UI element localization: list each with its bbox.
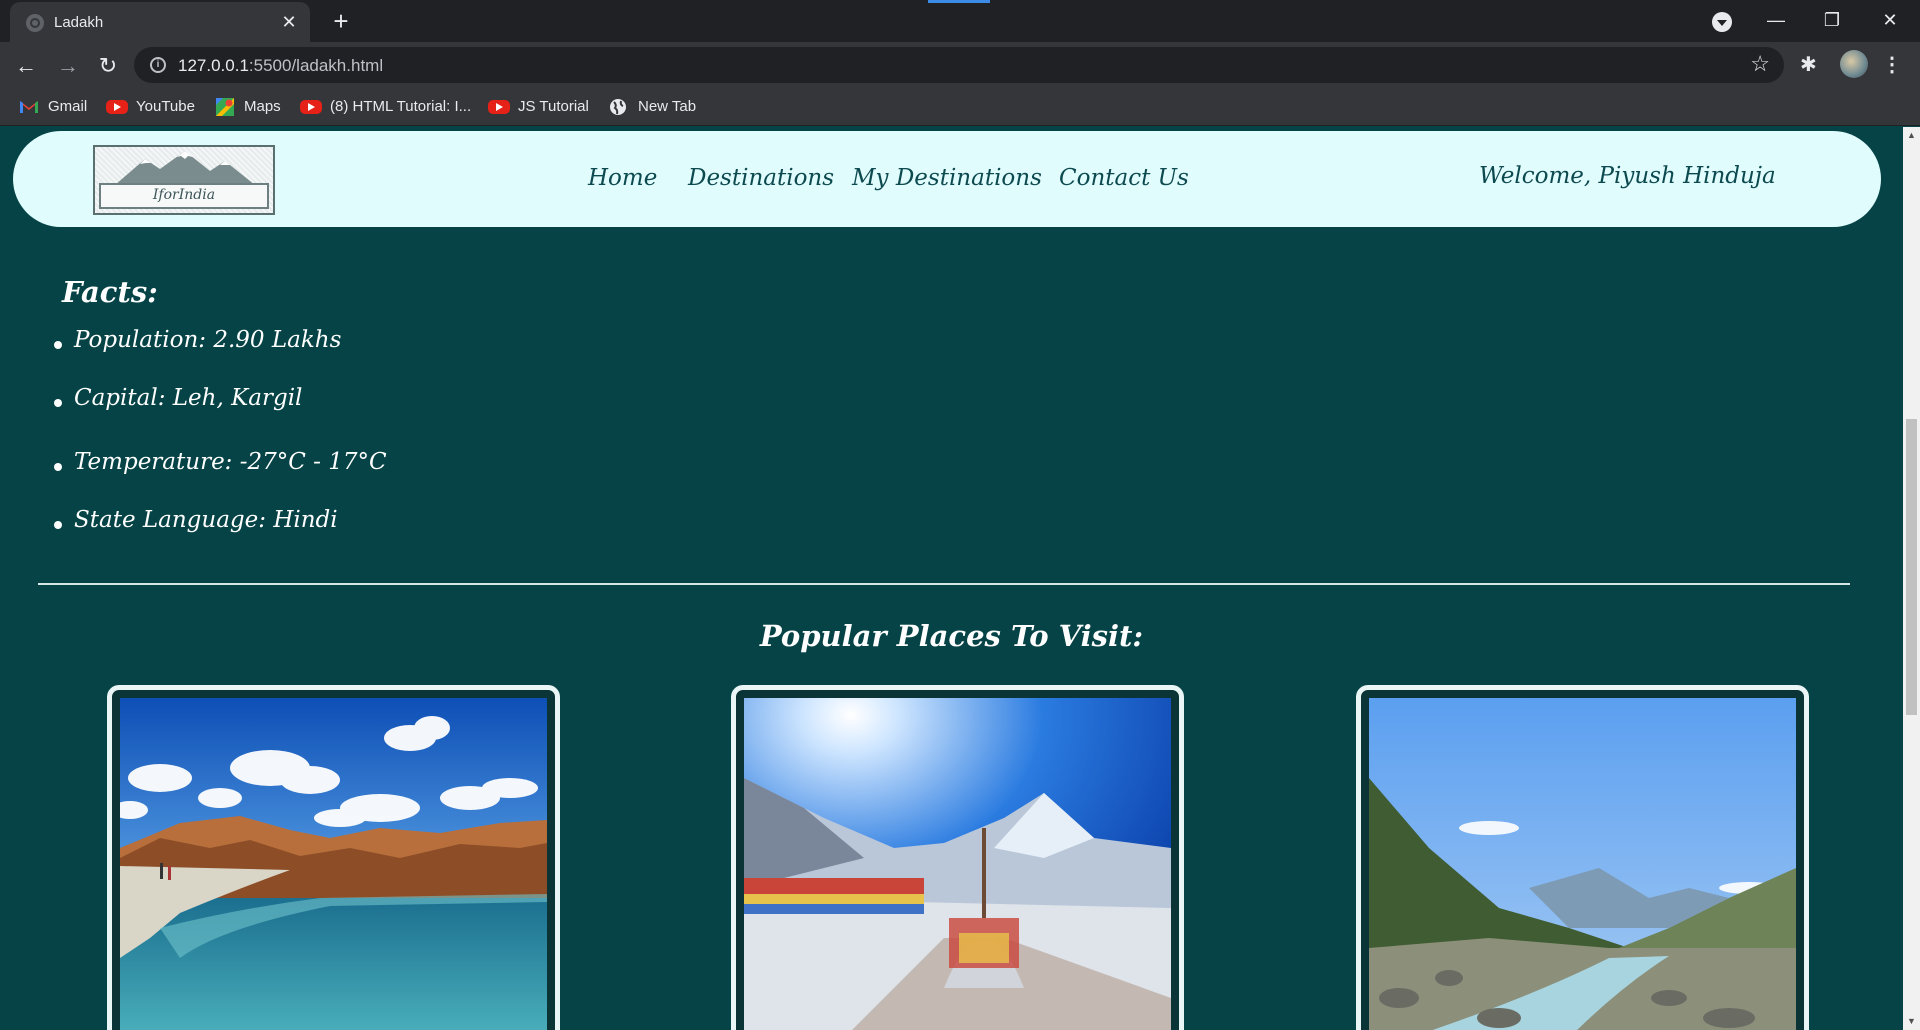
prayer-flags-snow-pass-photo [744, 698, 1171, 1030]
info-icon[interactable]: i [150, 57, 166, 73]
bookmark-star-icon[interactable]: ☆ [1750, 51, 1770, 77]
nav-contact-us-link[interactable]: Contact Us [1059, 165, 1189, 191]
globe-icon [26, 14, 44, 32]
river-valley-photo [1369, 698, 1796, 1030]
tab-search-icon[interactable] [1712, 12, 1732, 32]
fact-population: Population: 2.90 Lakhs [54, 327, 387, 385]
nav-my-destinations-link[interactable]: My Destinations [852, 165, 1042, 191]
fact-language: State Language: Hindi [54, 507, 387, 565]
globe-icon [610, 99, 626, 115]
section-divider [38, 583, 1850, 585]
nav-home-link[interactable]: Home [588, 165, 657, 191]
browser-tab-bar: Ladakh ✕ + — ❐ ✕ [0, 0, 1920, 42]
bookmark-new-tab[interactable]: New Tab [608, 97, 696, 117]
facts-heading: Facts: [62, 275, 158, 309]
browser-tab[interactable]: Ladakh ✕ [10, 2, 310, 42]
fact-capital: Capital: Leh, Kargil [54, 385, 387, 443]
bookmark-label: (8) HTML Tutorial: I... [330, 98, 472, 115]
logo-banner: IforIndia [99, 183, 269, 209]
bookmark-gmail[interactable]: Gmail [18, 97, 87, 117]
address-bar[interactable]: i 127.0.0.1:5500/ladakh.html ☆ [134, 47, 1784, 83]
url-path: :5500/ladakh.html [248, 56, 384, 75]
facts-list: Population: 2.90 Lakhs Capital: Leh, Kar… [54, 327, 387, 565]
page-scrollbar[interactable]: ▲ ▼ [1903, 127, 1920, 1030]
place-card[interactable] [107, 685, 560, 1030]
back-button[interactable]: ← [10, 50, 42, 82]
bookmark-js-tutorial[interactable]: JS Tutorial [488, 97, 589, 117]
reload-button[interactable]: ↻ [92, 50, 124, 82]
page-viewport: IforIndia Home Destinations My Destinati… [0, 127, 1903, 1030]
forward-button[interactable]: → [52, 50, 84, 82]
bookmark-label: JS Tutorial [518, 98, 589, 115]
maps-icon [216, 98, 234, 116]
url-text[interactable]: 127.0.0.1:5500/ladakh.html [178, 56, 383, 76]
tab-indicator [928, 0, 990, 3]
browser-toolbar: ← → ↻ i 127.0.0.1:5500/ladakh.html ☆ ✱ ⋮ [0, 42, 1920, 88]
gmail-icon [20, 101, 38, 113]
place-card[interactable] [731, 685, 1184, 1030]
bookmark-label: YouTube [136, 98, 195, 115]
minimize-button[interactable]: — [1748, 0, 1804, 40]
welcome-message: Welcome, Piyush Hinduja [1479, 163, 1776, 189]
youtube-icon [300, 100, 322, 114]
scroll-down-arrow-icon[interactable]: ▼ [1903, 1013, 1920, 1030]
bookmarks-bar: Gmail YouTube Maps (8) HTML Tutorial: I.… [0, 88, 1920, 126]
youtube-icon [106, 100, 128, 114]
fact-temperature: Temperature: -27°C - 17°C [54, 449, 387, 507]
url-host: 127.0.0.1 [178, 56, 249, 75]
avatar[interactable] [1840, 50, 1868, 78]
bookmark-maps[interactable]: Maps [214, 97, 281, 117]
window-close-button[interactable]: ✕ [1862, 0, 1918, 40]
bookmark-label: Gmail [48, 98, 88, 115]
bookmark-youtube[interactable]: YouTube [106, 97, 195, 117]
nav-destinations-link[interactable]: Destinations [688, 165, 834, 191]
scroll-thumb[interactable] [1906, 419, 1917, 715]
lake-mountains-photo [120, 698, 547, 1030]
restore-button[interactable]: ❐ [1804, 0, 1860, 40]
mountain-logo-icon [115, 151, 255, 185]
tab-title: Ladakh [54, 14, 104, 31]
bookmark-label: New Tab [638, 98, 697, 115]
extensions-icon[interactable]: ✱ [1800, 52, 1817, 77]
logo-text: IforIndia [152, 187, 216, 203]
scroll-up-arrow-icon[interactable]: ▲ [1903, 127, 1920, 144]
close-icon[interactable]: ✕ [278, 11, 300, 33]
youtube-icon [488, 100, 510, 114]
kebab-menu-icon[interactable]: ⋮ [1882, 52, 1902, 77]
new-tab-button[interactable]: + [326, 6, 356, 36]
site-logo[interactable]: IforIndia [93, 145, 275, 215]
places-heading: Popular Places To Visit: [759, 619, 1144, 653]
bookmark-label: Maps [244, 98, 281, 115]
bookmark-html-tutorial[interactable]: (8) HTML Tutorial: I... [300, 97, 471, 117]
place-card[interactable] [1356, 685, 1809, 1030]
site-navbar: IforIndia Home Destinations My Destinati… [13, 131, 1881, 227]
